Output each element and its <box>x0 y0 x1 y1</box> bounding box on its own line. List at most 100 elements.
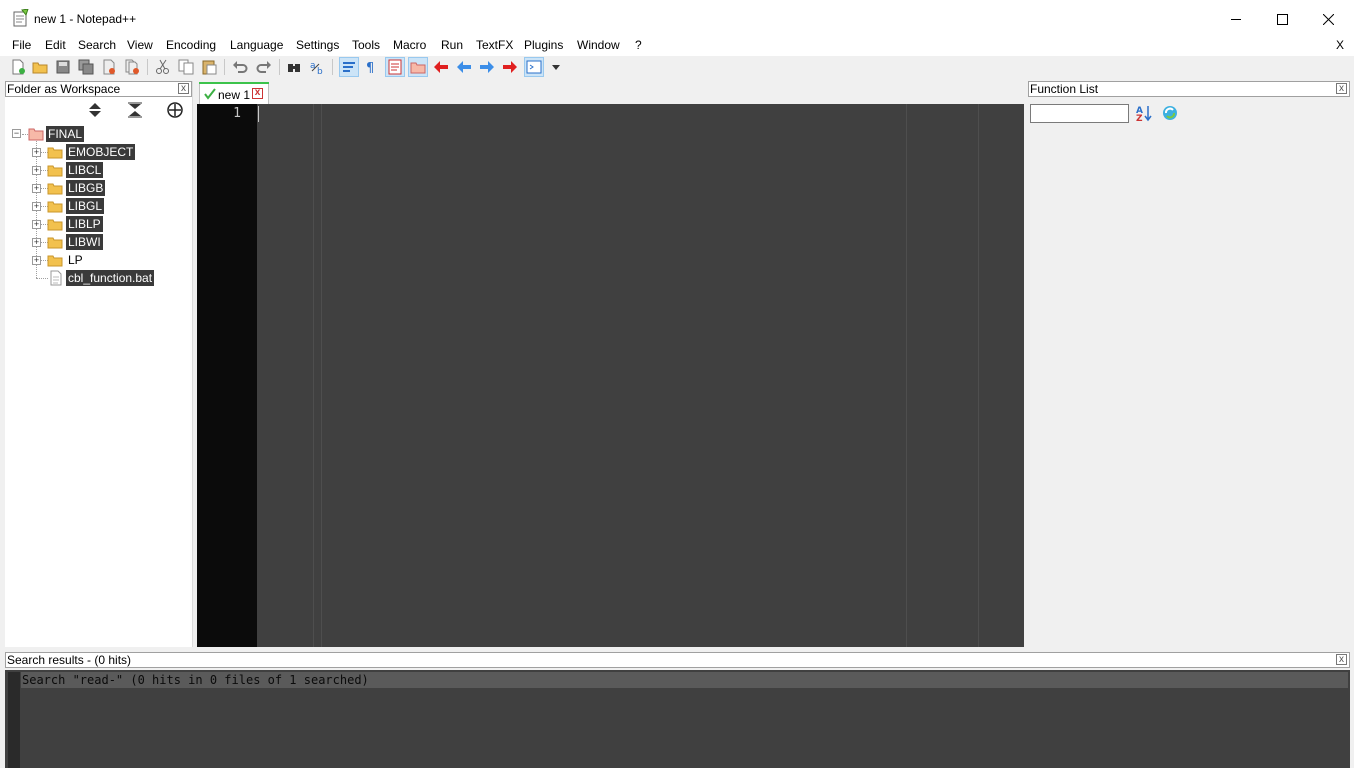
folder-workspace-toggle[interactable] <box>408 57 428 77</box>
open-file-button[interactable] <box>31 58 49 76</box>
tree-label[interactable]: LIBCL <box>66 162 104 178</box>
expand-all-icon <box>89 103 101 117</box>
reload-icon[interactable] <box>1161 104 1179 122</box>
root-folder-icon <box>28 128 44 141</box>
svg-text:Z: Z <box>1136 114 1143 122</box>
svg-text:b: b <box>317 67 323 75</box>
edge-guide <box>978 104 979 647</box>
expand-toggle[interactable]: + <box>32 202 41 211</box>
expand-toggle[interactable]: + <box>32 238 41 247</box>
word-wrap-toggle[interactable] <box>339 57 359 77</box>
save-button[interactable] <box>54 58 72 76</box>
menu-edit[interactable]: Edit <box>45 38 66 52</box>
function-list-toggle[interactable] <box>524 57 544 77</box>
paste-button[interactable] <box>200 58 218 76</box>
menu-run[interactable]: Run <box>441 38 463 52</box>
close-document-x[interactable]: X <box>1336 38 1344 52</box>
menu-file[interactable]: File <box>12 38 31 52</box>
edge-guide <box>321 104 322 647</box>
new-file-icon <box>12 59 25 75</box>
line-number-gutter <box>197 104 257 647</box>
tab-label[interactable]: new 1 <box>218 88 250 102</box>
jump-back-red-button[interactable] <box>432 58 450 76</box>
panel-title: Folder as Workspace <box>7 82 121 96</box>
menu-language[interactable]: Language <box>230 38 283 52</box>
tree-label[interactable]: EMOBJECT <box>66 144 136 160</box>
close-window-button[interactable] <box>1305 0 1351 38</box>
notepad-icon <box>13 9 29 27</box>
expand-toggle[interactable]: + <box>32 220 41 229</box>
tab-close-button[interactable]: x <box>252 88 263 99</box>
expand-all-button[interactable] <box>86 101 104 119</box>
copy-button[interactable] <box>177 58 195 76</box>
expand-toggle[interactable]: + <box>32 166 41 175</box>
window-title: new 1 - Notepad++ <box>34 12 137 26</box>
svg-text:a: a <box>310 61 316 71</box>
function-search-input[interactable] <box>1030 104 1129 123</box>
maximize-button[interactable] <box>1259 0 1305 38</box>
dropdown-arrow-icon <box>552 65 560 70</box>
tree-connector <box>36 278 48 279</box>
panel-close-button[interactable]: x <box>1336 654 1347 665</box>
redo-button[interactable] <box>255 58 273 76</box>
tree-label[interactable]: LIBGB <box>66 180 106 196</box>
menu-textfx[interactable]: TextFX <box>476 38 513 52</box>
file-icon <box>50 270 62 286</box>
saved-check-icon <box>204 88 216 100</box>
tree-label[interactable]: LIBWI <box>66 234 103 250</box>
jump-forward-red-button[interactable] <box>501 58 519 76</box>
expand-toggle[interactable]: + <box>32 184 41 193</box>
folder-icon <box>47 255 63 267</box>
toolbar-overflow-button[interactable] <box>547 58 565 76</box>
jump-back-red-icon <box>434 61 448 73</box>
panel-close-button[interactable]: x <box>1336 83 1347 94</box>
forward-button[interactable] <box>478 58 496 76</box>
toolbar-separator <box>147 59 148 75</box>
redo-icon <box>256 61 271 73</box>
menu-search[interactable]: Search <box>78 38 116 52</box>
menu-plugins[interactable]: Plugins <box>524 38 563 52</box>
tree-label-final[interactable]: FINAL <box>46 126 85 142</box>
sort-az-icon[interactable]: A Z <box>1135 104 1153 122</box>
menu-window[interactable]: Window <box>577 38 620 52</box>
menu-encoding[interactable]: Encoding <box>166 38 216 52</box>
collapse-all-button[interactable] <box>126 101 144 119</box>
tree-label[interactable]: LIBLP <box>66 216 103 232</box>
locate-icon <box>167 102 183 118</box>
panel-close-button[interactable]: x <box>178 83 189 94</box>
expand-toggle[interactable]: + <box>32 256 41 265</box>
back-button[interactable] <box>455 58 473 76</box>
cut-icon <box>156 59 169 74</box>
close-icon <box>1322 13 1334 25</box>
doc-map-toggle[interactable] <box>385 57 405 77</box>
undo-button[interactable] <box>231 58 249 76</box>
tree-label[interactable]: LIBGL <box>66 198 105 214</box>
tree-label[interactable]: cbl_function.bat <box>66 270 155 286</box>
tab-bar <box>197 81 1024 104</box>
cut-button[interactable] <box>154 58 172 76</box>
find-button[interactable] <box>285 58 303 76</box>
save-all-icon <box>78 59 94 75</box>
replace-button[interactable]: ab <box>308 58 326 76</box>
menu-view[interactable]: View <box>127 38 153 52</box>
menu-macro[interactable]: Macro <box>393 38 426 52</box>
collapse-toggle[interactable]: − <box>12 129 21 138</box>
folder-workspace-icon <box>410 62 426 74</box>
menu-settings[interactable]: Settings <box>296 38 339 52</box>
show-all-chars-icon: ¶ <box>366 61 374 75</box>
folder-icon <box>47 147 63 159</box>
close-all-button[interactable] <box>123 58 141 76</box>
forward-icon <box>480 61 494 73</box>
expand-toggle[interactable]: + <box>32 148 41 157</box>
tree-label[interactable]: LP <box>66 252 85 268</box>
locate-current-file-button[interactable] <box>166 101 184 119</box>
save-all-button[interactable] <box>77 58 95 76</box>
open-file-icon <box>32 62 48 74</box>
menu-help[interactable]: ? <box>635 38 642 52</box>
close-file-button[interactable] <box>100 58 118 76</box>
menu-tools[interactable]: Tools <box>352 38 380 52</box>
toolbar-separator <box>279 59 280 75</box>
minimize-button[interactable] <box>1213 0 1259 38</box>
new-file-button[interactable] <box>9 58 27 76</box>
show-all-chars-button[interactable]: ¶ <box>362 58 380 76</box>
